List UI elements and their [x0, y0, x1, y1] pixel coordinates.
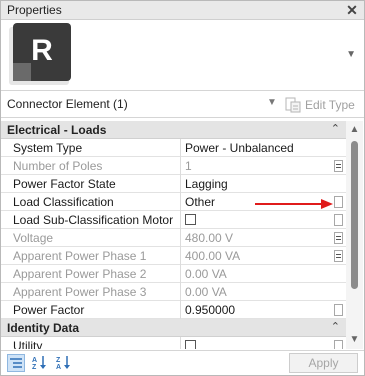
scroll-down-icon[interactable]: ▼	[349, 334, 360, 346]
property-value[interactable]: Lagging	[185, 177, 330, 191]
column-divider	[180, 265, 181, 283]
associate-parameter-button[interactable]	[334, 214, 343, 226]
property-name: Number of Poles	[13, 159, 103, 173]
column-divider	[180, 211, 181, 229]
property-row-apparent-power-phase-2: Apparent Power Phase 2 0.00 VA	[1, 265, 346, 283]
column-divider	[180, 301, 181, 319]
categorized-view-icon[interactable]	[7, 354, 25, 372]
element-selector[interactable]: Connector Element (1) ▼ Edit Type	[1, 92, 364, 118]
column-divider	[180, 175, 181, 193]
associate-parameter-button[interactable]	[334, 250, 343, 262]
close-icon[interactable]: ✕	[345, 2, 359, 18]
property-row-voltage: Voltage 480.00 V	[1, 229, 346, 247]
footer-bar: A Z Z A Apply	[1, 350, 364, 375]
column-divider	[180, 193, 181, 211]
group-electrical-loads[interactable]: Electrical - Loads ⌃	[1, 121, 346, 139]
vertical-scrollbar[interactable]: ▲ ▼	[346, 121, 363, 349]
property-name: Apparent Power Phase 3	[13, 285, 147, 299]
group-identity-data[interactable]: Identity Data ⌃	[1, 319, 346, 337]
collapse-icon[interactable]: ⌃	[331, 320, 340, 333]
element-selector-label: Connector Element (1)	[7, 97, 128, 111]
column-divider	[180, 247, 181, 265]
associate-parameter-button[interactable]	[334, 304, 343, 316]
property-name: Apparent Power Phase 2	[13, 267, 147, 281]
scroll-thumb[interactable]	[351, 141, 358, 289]
associate-parameter-button[interactable]	[334, 160, 343, 172]
panel-title: Properties	[7, 3, 62, 17]
logo-letter: R	[31, 34, 53, 67]
scroll-up-icon[interactable]: ▲	[349, 124, 360, 136]
property-name: Voltage	[13, 231, 54, 245]
column-divider	[180, 157, 181, 175]
chevron-down-icon[interactable]: ▼	[267, 97, 277, 108]
sort-descending-icon[interactable]: Z A	[55, 354, 73, 372]
property-row-apparent-power-phase-1: Apparent Power Phase 1 400.00 VA	[1, 247, 346, 265]
edit-type-icon	[285, 97, 301, 113]
property-value: 0.00 VA	[185, 285, 227, 299]
property-row-apparent-power-phase-3: Apparent Power Phase 3 0.00 VA	[1, 283, 346, 301]
property-value: 0.00 VA	[185, 267, 227, 281]
property-name: Power Factor State	[13, 177, 116, 191]
svg-text:A: A	[32, 357, 37, 364]
apply-button[interactable]: Apply	[289, 353, 358, 373]
annotation-arrow	[255, 199, 333, 209]
property-value[interactable]: Power - Unbalanced	[185, 141, 330, 155]
svg-text:A: A	[56, 364, 61, 370]
svg-text:Z: Z	[32, 364, 37, 370]
property-name: Load Classification	[13, 195, 114, 209]
property-row-power-factor[interactable]: Power Factor 0.950000	[1, 301, 346, 319]
properties-panel: Properties ✕ R ▼ Connector Element (1) ▼…	[0, 0, 365, 376]
group-title: Electrical - Loads	[7, 123, 107, 137]
svg-text:Z: Z	[56, 357, 61, 364]
property-name: System Type	[13, 141, 83, 155]
property-row-number-of-poles: Number of Poles 1	[1, 157, 346, 175]
revit-logo-icon: R	[7, 23, 77, 89]
type-selector[interactable]: R ▼	[1, 21, 364, 91]
property-row-power-factor-state[interactable]: Power Factor State Lagging	[1, 175, 346, 193]
collapse-icon[interactable]: ⌃	[331, 122, 340, 135]
edit-type-button[interactable]: Edit Type	[285, 95, 355, 115]
associate-parameter-button[interactable]	[334, 196, 343, 208]
sort-ascending-icon[interactable]: A Z	[31, 354, 49, 372]
property-name: Power Factor	[13, 303, 85, 317]
motor-checkbox[interactable]	[185, 214, 196, 225]
property-value: 1	[185, 159, 192, 173]
property-row-system-type[interactable]: System Type Power - Unbalanced	[1, 139, 346, 157]
property-value: 480.00 V	[185, 231, 234, 245]
title-bar: Properties ✕	[1, 1, 364, 20]
property-row-load-sub-classification-motor[interactable]: Load Sub-Classification Motor	[1, 211, 346, 229]
property-name: Load Sub-Classification Motor	[13, 213, 174, 227]
property-value[interactable]: 0.950000	[185, 303, 330, 317]
property-name: Utility	[13, 339, 43, 349]
property-value: 400.00 VA	[185, 249, 241, 263]
column-divider	[180, 139, 181, 157]
dropdown-arrow-icon[interactable]: ▼	[346, 49, 356, 60]
column-divider	[180, 283, 181, 301]
column-divider	[180, 337, 181, 349]
column-divider	[180, 229, 181, 247]
utility-checkbox[interactable]	[185, 340, 196, 349]
property-row-utility[interactable]: Utility	[1, 337, 346, 349]
group-title: Identity Data	[7, 321, 80, 335]
edit-type-label: Edit Type	[305, 98, 355, 112]
property-name: Apparent Power Phase 1	[13, 249, 147, 263]
associate-parameter-button[interactable]	[334, 340, 343, 349]
associate-parameter-button[interactable]	[334, 232, 343, 244]
property-grid: Electrical - Loads ⌃ System Type Power -…	[1, 121, 346, 349]
